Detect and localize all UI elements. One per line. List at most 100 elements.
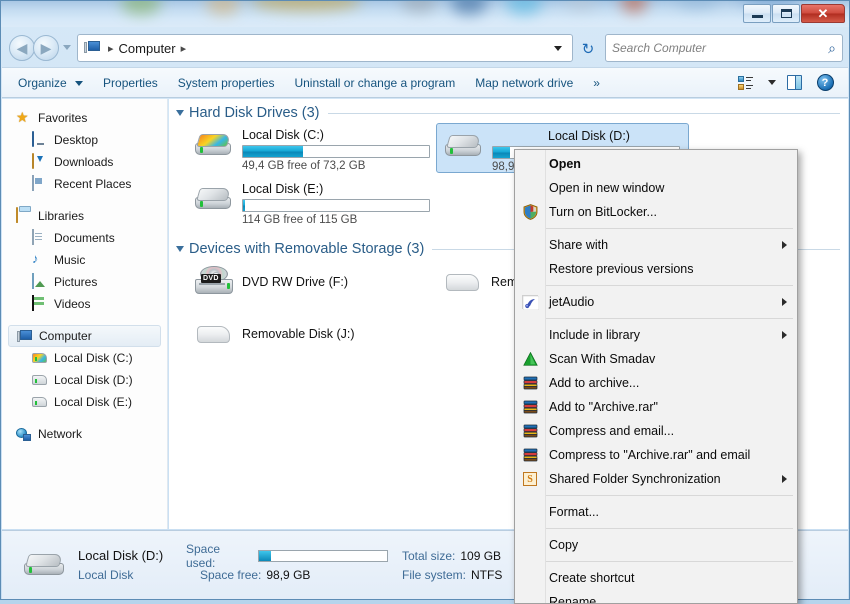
drive-tile-e[interactable]: Local Disk (E:) 114 GB free of 115 GB bbox=[187, 177, 440, 226]
sidebar-label: Recent Places bbox=[54, 177, 132, 191]
sidebar-label: Favorites bbox=[38, 111, 88, 125]
drive-name: Local Disk (D:) bbox=[548, 129, 630, 143]
space-free-value: 98,9 GB bbox=[266, 567, 311, 582]
breadcrumb-separator-2[interactable]: ▸ bbox=[181, 42, 187, 55]
winrar-icon bbox=[515, 419, 545, 443]
menu-item-shared-folder-synchronization[interactable]: S Shared Folder Synchronization bbox=[515, 467, 797, 491]
breadcrumb-computer[interactable]: Computer bbox=[119, 41, 176, 56]
menu-item-compress-to-archive-rar-and-email[interactable]: Compress to "Archive.rar" and email bbox=[515, 443, 797, 467]
details-subtitle: Local Disk bbox=[78, 567, 134, 582]
menu-item-compress-and-email[interactable]: Compress and email... bbox=[515, 419, 797, 443]
sidebar-item-local-disk-d[interactable]: Local Disk (D:) bbox=[2, 369, 167, 391]
properties-button[interactable]: Properties bbox=[93, 71, 168, 95]
music-icon: ♪ bbox=[32, 251, 39, 266]
collapse-triangle-icon[interactable] bbox=[176, 246, 184, 252]
sidebar-item-favorites[interactable]: ★ Favorites bbox=[2, 107, 167, 129]
drive-name: DVD RW Drive (F:) bbox=[242, 275, 349, 289]
removable-icon bbox=[191, 314, 237, 354]
winrar-icon-svg bbox=[523, 448, 537, 462]
space-free-label: Space free: bbox=[200, 567, 262, 582]
more-commands-button[interactable]: » bbox=[583, 71, 610, 95]
menu-item-rename[interactable]: Rename bbox=[515, 590, 797, 603]
drive-tile-c[interactable]: Local Disk (C:) 49,4 GB free of 73,2 GB bbox=[187, 123, 440, 172]
sidebar-item-network[interactable]: Network bbox=[2, 423, 167, 445]
sync-icon: S bbox=[515, 467, 545, 491]
help-icon: ? bbox=[816, 74, 834, 91]
disk-icon bbox=[191, 180, 237, 220]
capacity-bar-fill bbox=[243, 146, 304, 157]
menu-item-add-to-archive[interactable]: Add to archive... bbox=[515, 371, 797, 395]
menu-icon-slot bbox=[515, 233, 545, 257]
sidebar-item-videos[interactable]: Videos bbox=[2, 293, 167, 315]
drive-name: Local Disk (C:) bbox=[242, 128, 324, 142]
menu-item-include-in-library[interactable]: Include in library bbox=[515, 323, 797, 347]
collapse-triangle-icon[interactable] bbox=[176, 110, 184, 116]
sidebar-item-pictures[interactable]: Pictures bbox=[2, 271, 167, 293]
sidebar-item-documents[interactable]: Documents bbox=[2, 227, 167, 249]
system-properties-button[interactable]: System properties bbox=[168, 71, 285, 95]
address-bar[interactable]: ▸ Computer ▸ bbox=[77, 34, 573, 62]
sidebar-item-recent-places[interactable]: Recent Places bbox=[2, 173, 167, 195]
maximize-button[interactable] bbox=[772, 4, 800, 23]
sidebar-item-local-disk-c[interactable]: Local Disk (C:) bbox=[2, 347, 167, 369]
preview-pane-button[interactable] bbox=[781, 72, 807, 94]
submenu-arrow-icon bbox=[782, 298, 787, 306]
search-icon: ⌕ bbox=[828, 39, 836, 56]
uninstall-change-program-button[interactable]: Uninstall or change a program bbox=[284, 71, 465, 95]
sidebar-item-downloads[interactable]: Downloads bbox=[2, 151, 167, 173]
menu-item-open[interactable]: Open bbox=[515, 152, 797, 176]
menu-item-restore-previous-versions[interactable]: Restore previous versions bbox=[515, 257, 797, 281]
sidebar-item-music[interactable]: ♪ Music bbox=[2, 249, 167, 271]
sidebar-label: Downloads bbox=[54, 155, 114, 169]
menu-item-copy[interactable]: Copy bbox=[515, 533, 797, 557]
menu-item-turn-on-bitlocker[interactable]: Turn on BitLocker... bbox=[515, 200, 797, 224]
disk-icon bbox=[441, 127, 487, 167]
group-title: Hard Disk Drives (3) bbox=[189, 105, 320, 121]
minimize-button[interactable] bbox=[743, 4, 771, 23]
sidebar-item-libraries[interactable]: Libraries bbox=[2, 205, 167, 227]
smadav-icon bbox=[515, 347, 545, 371]
menu-item-jetaudio[interactable]: jetAudio bbox=[515, 290, 797, 314]
capacity-bar-fill bbox=[243, 200, 245, 211]
menu-item-add-to-archive-rar[interactable]: Add to "Archive.rar" bbox=[515, 395, 797, 419]
back-button[interactable]: ◀ bbox=[9, 35, 35, 61]
help-button[interactable]: ? bbox=[812, 72, 838, 94]
menu-item-create-shortcut[interactable]: Create shortcut bbox=[515, 566, 797, 590]
disk-windows-icon bbox=[191, 126, 237, 166]
explorer-window: ✕ ◀ ▶ ▸ Computer ▸ ↻ Search Computer ⌕ O… bbox=[0, 0, 850, 604]
context-menu[interactable]: Open Open in new window Turn on BitLocke… bbox=[514, 149, 798, 604]
group-header-hard-disk-drives[interactable]: Hard Disk Drives (3) bbox=[169, 99, 848, 123]
star-icon: ★ bbox=[16, 109, 29, 125]
drive-tile-dvd-f[interactable]: DVD DVD RW Drive (F:) bbox=[187, 261, 440, 303]
total-size-value: 109 GB bbox=[460, 548, 502, 563]
menu-item-label: Restore previous versions bbox=[549, 262, 694, 276]
map-network-drive-button[interactable]: Map network drive bbox=[465, 71, 583, 95]
details-space-column: Space used: Space free: 98,9 GB bbox=[178, 542, 388, 585]
menu-item-scan-with-smadav[interactable]: Scan With Smadav bbox=[515, 347, 797, 371]
forward-button[interactable]: ▶ bbox=[33, 35, 59, 61]
downloads-icon bbox=[32, 153, 48, 170]
menu-item-open-in-new-window[interactable]: Open in new window bbox=[515, 176, 797, 200]
libraries-icon bbox=[16, 207, 32, 224]
drive-name: Local Disk (E:) bbox=[242, 182, 324, 196]
winrar-icon-svg bbox=[523, 376, 537, 390]
drive-tile-removable-j[interactable]: Removable Disk (J:) bbox=[187, 313, 440, 355]
view-dropdown-icon[interactable] bbox=[768, 80, 776, 85]
organize-button[interactable]: Organize bbox=[8, 71, 93, 95]
jetaudio-icon-svg bbox=[522, 295, 540, 311]
sidebar-item-local-disk-e[interactable]: Local Disk (E:) bbox=[2, 391, 167, 413]
change-view-button[interactable] bbox=[732, 72, 758, 94]
submenu-arrow-icon bbox=[782, 241, 787, 249]
menu-item-share-with[interactable]: Share with bbox=[515, 233, 797, 257]
recent-pages-dropdown-icon[interactable] bbox=[63, 45, 71, 50]
menu-item-format[interactable]: Format... bbox=[515, 500, 797, 524]
search-box[interactable]: Search Computer ⌕ bbox=[605, 34, 843, 62]
menu-item-label: Create shortcut bbox=[549, 571, 635, 585]
refresh-button[interactable]: ↻ bbox=[578, 39, 598, 59]
address-dropdown-icon[interactable] bbox=[554, 45, 562, 51]
sidebar-item-computer[interactable]: Computer bbox=[8, 325, 161, 347]
winrar-icon bbox=[515, 371, 545, 395]
close-button[interactable]: ✕ bbox=[801, 4, 845, 23]
search-input[interactable]: Search Computer bbox=[612, 41, 706, 55]
sidebar-item-desktop[interactable]: Desktop bbox=[2, 129, 167, 151]
